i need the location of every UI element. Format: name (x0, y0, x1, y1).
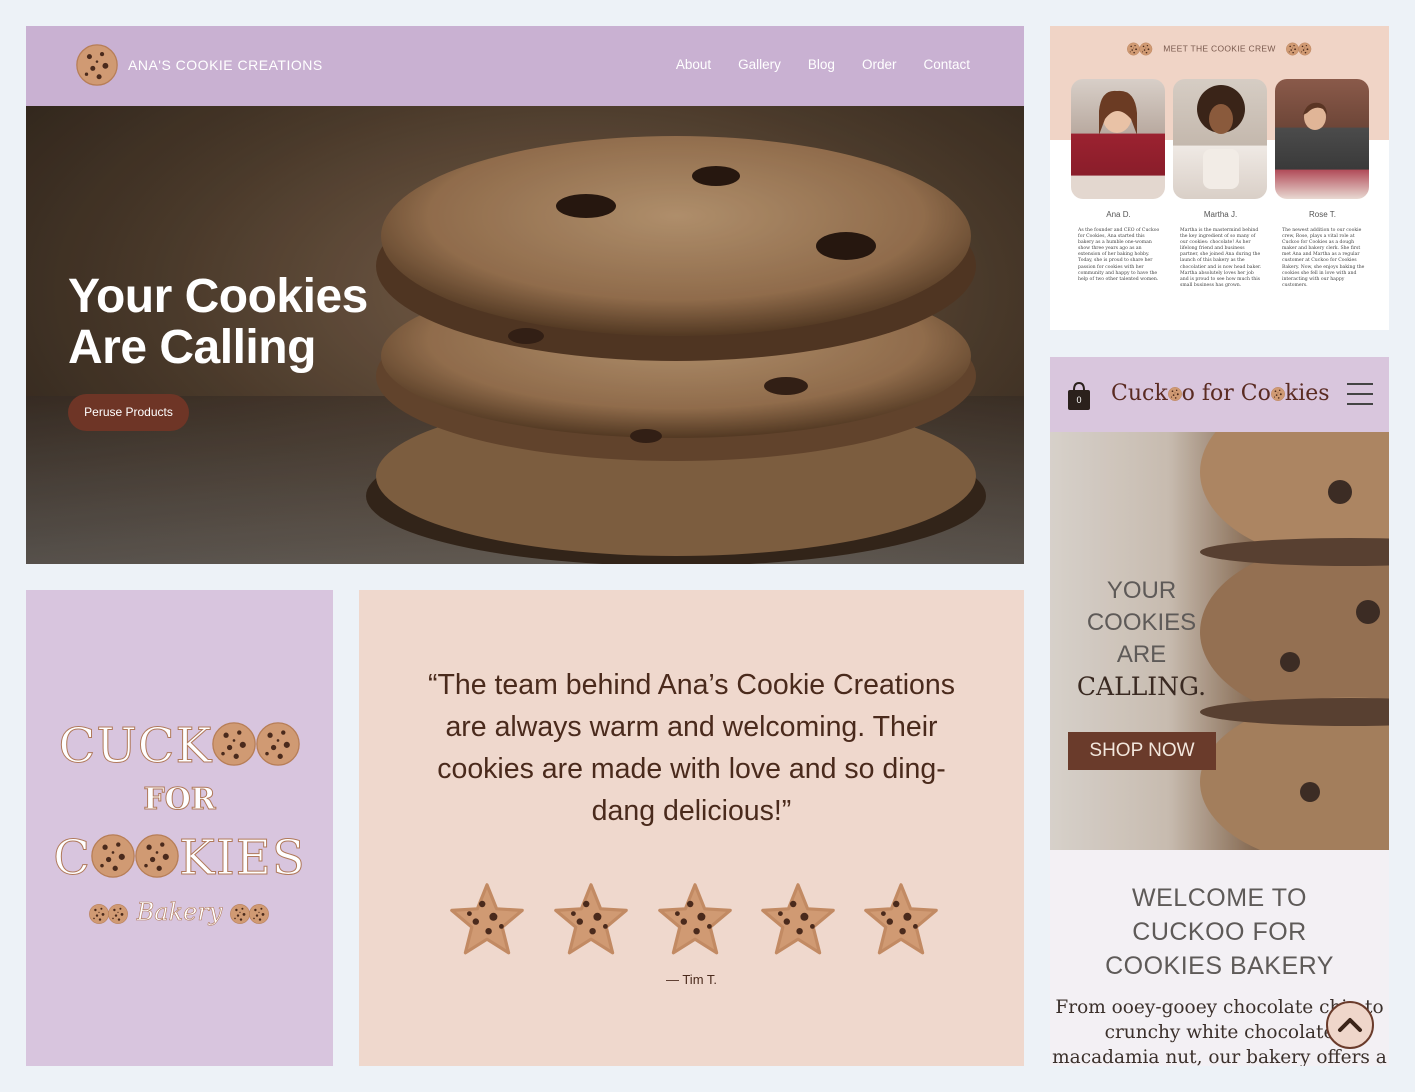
portrait-image (1303, 102, 1327, 130)
logo-line-cuckoo: CUCK (26, 718, 333, 775)
star-cookie-icon (450, 883, 524, 955)
cookie-pair-icon (1285, 42, 1311, 56)
cookie-icon (212, 722, 257, 766)
crew-photo-rose (1275, 79, 1369, 199)
cookie-stack-icon (230, 903, 270, 924)
crew-bio: As the founder and CEO of Cuckoo for Coo… (1078, 228, 1160, 282)
mobile-title-part: o for Co (1181, 381, 1271, 406)
cookie-icon (91, 834, 135, 878)
welcome-line: CUCKOO FOR (1132, 918, 1307, 946)
crew-member-ana: Ana D. As the founder and CEO of Cuckoo … (1071, 79, 1166, 283)
star-cookie-icon (864, 883, 938, 955)
shop-now-button[interactable]: SHOP NOW (1068, 732, 1216, 770)
hero-headline-line1: Your Cookies (68, 270, 368, 323)
mobile-title-part: Cuck (1111, 381, 1168, 406)
star-cookie-icon (554, 883, 628, 955)
brand-name[interactable]: ANA'S COOKIE CREATIONS (128, 57, 323, 73)
logo-text-bakery: Bakery (136, 898, 223, 927)
crew-name: Martha J. (1203, 210, 1238, 219)
mobile-hero-line: ARE (1116, 641, 1167, 668)
star-cookie-icon (761, 883, 835, 955)
testimonial-panel: “The team behind Ana’s Cookie Creations … (359, 590, 1024, 1066)
welcome-heading: WELCOME TO CUCKOO FOR COOKIES BAKERY (1050, 881, 1389, 983)
testimonial-author: — Tim T. (665, 972, 718, 987)
nav-link-contact[interactable]: Contact (923, 57, 970, 72)
crew-name: Rose T. (1309, 210, 1336, 219)
nav-link-order[interactable]: Order (862, 57, 897, 72)
crew-heading: MEET THE COOKIE CREW (1050, 42, 1389, 56)
welcome-line: WELCOME TO (1132, 884, 1307, 912)
logo-line-bakery: Bakery (26, 898, 333, 926)
peruse-products-button[interactable]: Peruse Products (68, 394, 189, 431)
crew-member-rose: Rose T. The newest addition to our cooki… (1275, 79, 1370, 289)
crew-bio: The newest addition to our cookie crew, … (1282, 228, 1365, 288)
star-cookie-icon (658, 883, 732, 955)
nav-link-about[interactable]: About (676, 57, 711, 72)
logo-text-cuck: CUCK (58, 718, 213, 775)
chevron-up-icon (1338, 1018, 1362, 1032)
nav-link-blog[interactable]: Blog (808, 57, 835, 72)
hamburger-menu-icon[interactable] (1347, 383, 1373, 407)
crew-name: Ana D. (1106, 210, 1131, 219)
logo-line-cookies: C KIES (26, 830, 333, 887)
testimonial-quote: “The team behind Ana’s Cookie Creations … (427, 669, 956, 827)
crew-bio: Martha is the mastermind behind the key … (1180, 228, 1262, 288)
cookie-icon (1270, 387, 1285, 401)
mobile-site-title[interactable]: Cuck o for Co kies (1111, 381, 1330, 406)
cookie-crew-panel: MEET THE COOKIE CREW Ana D. As the found… (1050, 26, 1389, 330)
portrait-image (1099, 90, 1137, 135)
hero-headline: Your Cookies Are Calling (68, 271, 368, 373)
crew-heading-text: MEET THE COOKIE CREW (1163, 43, 1276, 54)
cookie-pair-icon (1127, 42, 1153, 56)
cookie-icon (1167, 387, 1182, 401)
mobile-hero-line: YOUR (1106, 577, 1177, 604)
welcome-line: COOKIES BAKERY (1105, 952, 1334, 980)
cookie-logo-icon[interactable] (76, 44, 118, 86)
nav-links: About Gallery Blog Order Contact (676, 57, 970, 72)
hero-headline-line2: Are Calling (68, 321, 316, 374)
crew-photo-martha (1173, 79, 1267, 199)
logo-card-panel: CUCK FOR C KIES Bakery (26, 590, 333, 1066)
portrait-image (1197, 85, 1245, 189)
mobile-hero-line: CALLING. (1076, 672, 1207, 701)
cart-count: 0 (1076, 395, 1082, 405)
desktop-hero-panel: ANA'S COOKIE CREATIONS About Gallery Blo… (26, 26, 1024, 564)
mobile-header: 0 Cuck o for Co kies (1050, 357, 1389, 432)
mobile-title-part: kies (1284, 381, 1330, 406)
scroll-to-top-button[interactable] (1326, 1001, 1374, 1049)
shopping-bag-icon[interactable]: 0 (1066, 381, 1092, 411)
mobile-hero-line: COOKIES (1086, 609, 1197, 636)
logo-text-c: C (53, 830, 91, 887)
nav-link-gallery[interactable]: Gallery (738, 57, 781, 72)
mobile-hero-headline: YOUR COOKIES ARE CALLING. (1050, 575, 1233, 703)
cookie-stack-icon (88, 903, 128, 924)
logo-line-for: FOR (143, 782, 216, 818)
cookie-icon (256, 722, 301, 766)
top-navbar: ANA'S COOKIE CREATIONS About Gallery Blo… (26, 26, 1024, 106)
logo-text-kies: KIES (178, 830, 306, 887)
crew-member-martha: Martha J. Martha is the mastermind behin… (1173, 79, 1268, 289)
crew-photo-ana (1071, 79, 1165, 199)
mobile-site-panel: 0 Cuck o for Co kies YOUR COOKIES ARE CALL… (1050, 357, 1389, 1066)
rating-stars (447, 880, 943, 960)
cookie-icon (135, 834, 179, 878)
